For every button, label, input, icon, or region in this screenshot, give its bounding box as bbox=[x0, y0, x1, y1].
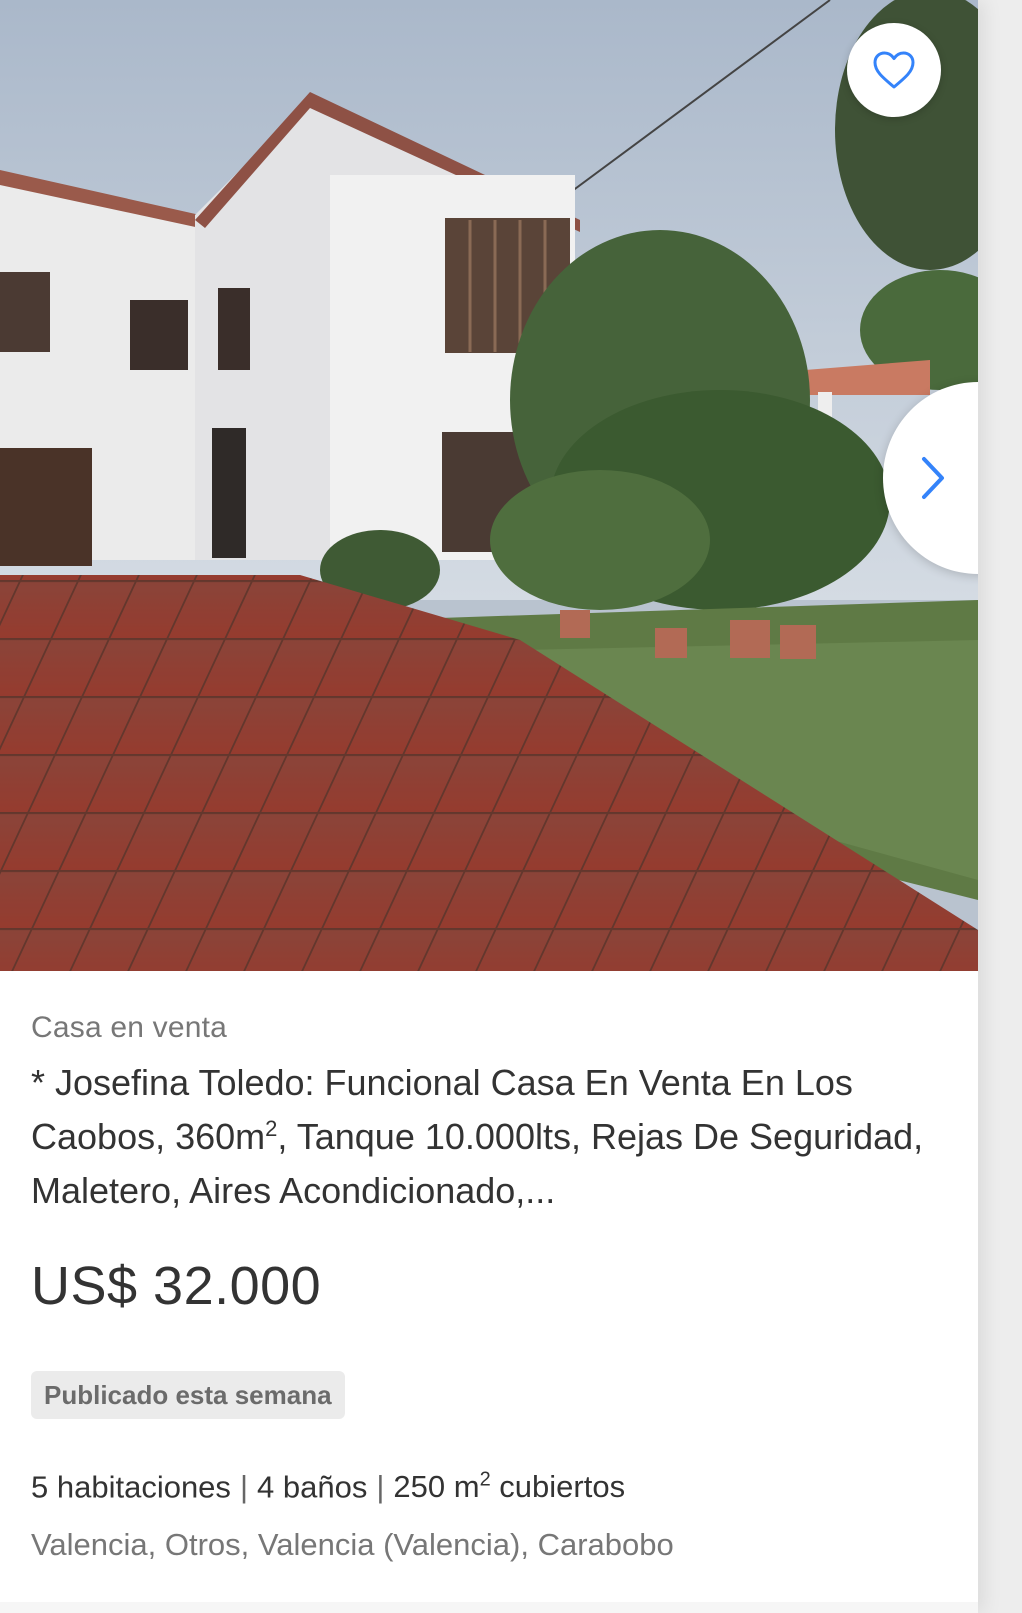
rooms-attribute: 5 habitaciones bbox=[31, 1469, 231, 1505]
chevron-right-icon bbox=[922, 457, 944, 499]
card-bottom-edge bbox=[0, 1602, 978, 1613]
baths-attribute: 4 baños bbox=[257, 1469, 368, 1505]
listing-price: US$ 32.000 bbox=[31, 1256, 322, 1316]
area-superscript: 2 bbox=[479, 1469, 491, 1491]
listing-location: Valencia, Otros, Valencia (Valencia), Ca… bbox=[31, 1527, 674, 1562]
listing-card[interactable]: Casa en venta * Josefina Toledo: Funcion… bbox=[0, 0, 978, 1613]
area-value: 250 m bbox=[393, 1469, 480, 1505]
attribute-separator: | bbox=[376, 1469, 385, 1505]
area-attribute: 250 m2 cubiertos bbox=[393, 1469, 625, 1504]
listing-attributes: 5 habitaciones | 4 baños | 250 m2 cubiertos bbox=[31, 1469, 625, 1505]
published-badge: Publicado esta semana bbox=[31, 1371, 345, 1419]
listing-photo[interactable] bbox=[0, 0, 978, 971]
heart-outline-icon bbox=[873, 51, 915, 89]
title-superscript: 2 bbox=[265, 1116, 278, 1141]
favorite-button[interactable] bbox=[847, 23, 941, 117]
listing-category: Casa en venta bbox=[31, 1011, 228, 1044]
listing-title[interactable]: * Josefina Toledo: Funcional Casa En Ven… bbox=[31, 1056, 931, 1218]
attribute-separator: | bbox=[239, 1469, 248, 1505]
house-photo bbox=[0, 0, 978, 971]
area-suffix: cubiertos bbox=[490, 1469, 626, 1505]
